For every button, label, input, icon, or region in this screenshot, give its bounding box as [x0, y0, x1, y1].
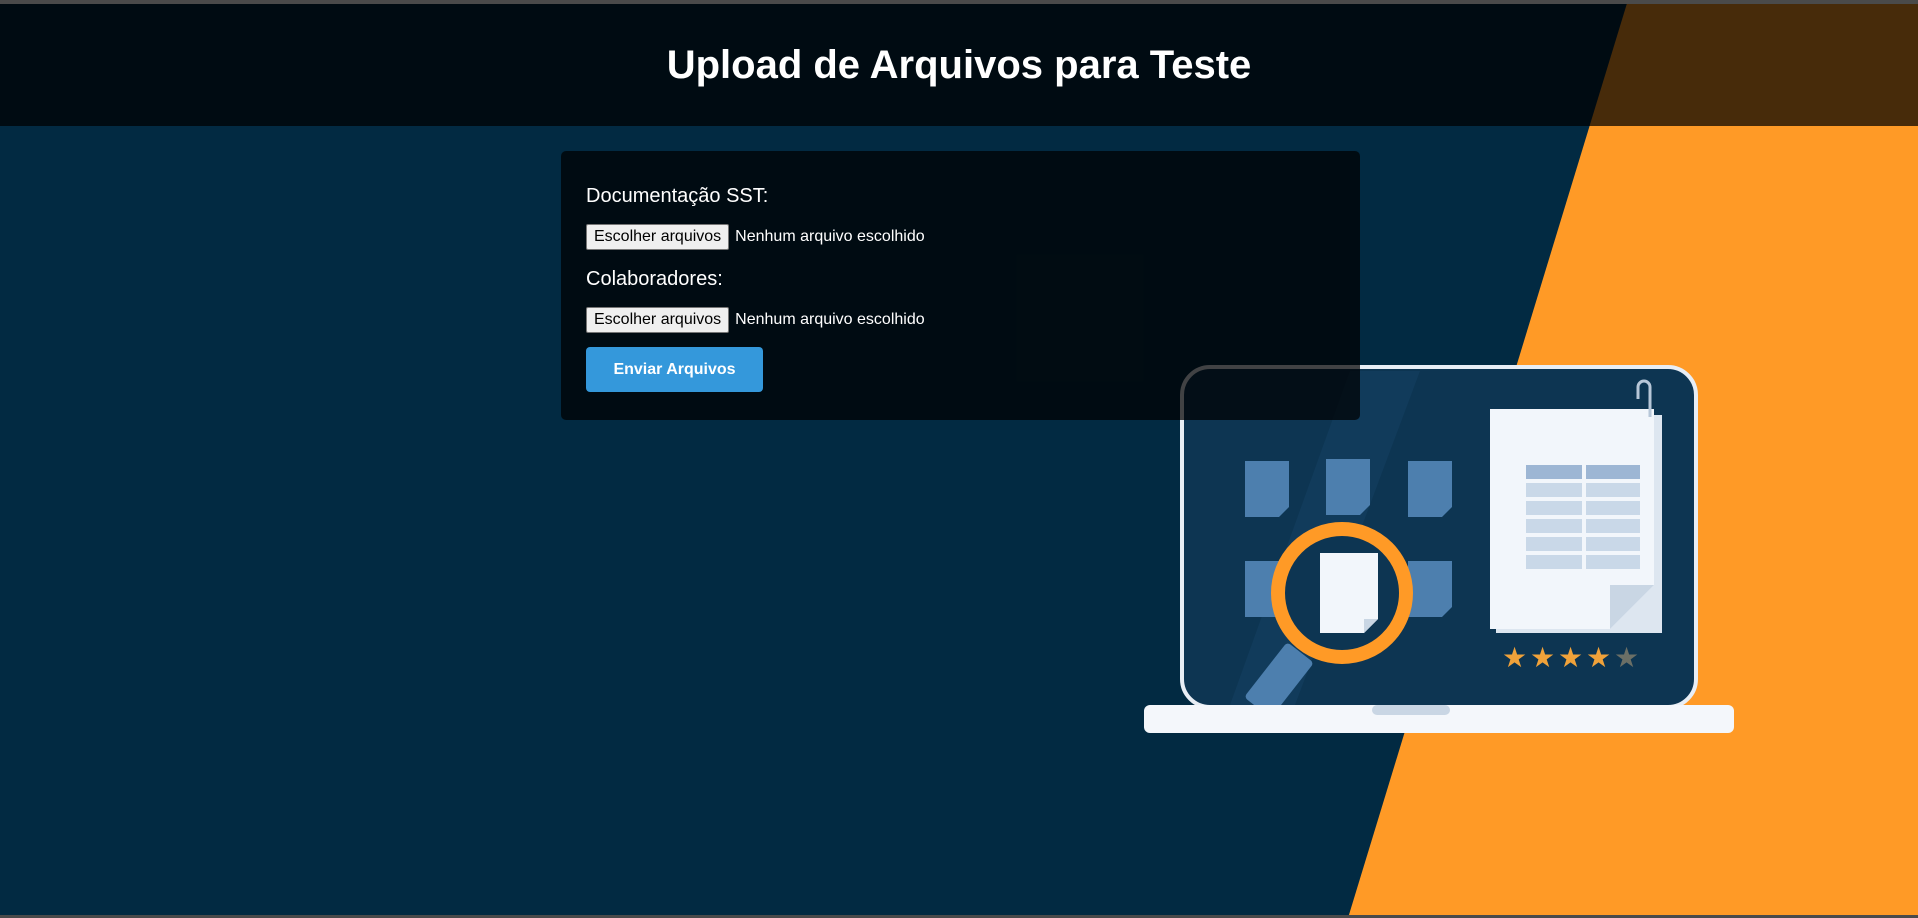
star-empty-icon: ★ — [1614, 641, 1639, 674]
upload-form: Documentação SST: Escolher arquivos Nenh… — [561, 151, 1360, 420]
sst-docs-file-status: Nenhum arquivo escolhido — [735, 228, 925, 245]
collaborators-file-input: Escolher arquivos Nenhum arquivo escolhi… — [586, 307, 1335, 333]
spreadsheet-document-icon — [1490, 379, 1662, 633]
star-icon: ★ — [1502, 641, 1527, 674]
sst-docs-file-input: Escolher arquivos Nenhum arquivo escolhi… — [586, 224, 1335, 250]
page: Upload de Arquivos para Teste ★ ★ ★ ★ ★ … — [0, 0, 1918, 918]
sst-docs-label: Documentação SST: — [586, 185, 769, 207]
star-icon: ★ — [1586, 641, 1611, 674]
page-title: Upload de Arquivos para Teste — [666, 42, 1252, 87]
collaborators-file-status: Nenhum arquivo escolhido — [735, 311, 925, 328]
submit-files-button[interactable]: Enviar Arquivos — [586, 347, 763, 392]
rating-stars: ★ ★ ★ ★ ★ — [1502, 641, 1639, 674]
page-header: Upload de Arquivos para Teste — [0, 4, 1918, 126]
collaborators-choose-files-button[interactable]: Escolher arquivos — [586, 307, 730, 333]
sst-docs-choose-files-button[interactable]: Escolher arquivos — [586, 224, 730, 250]
collaborators-label: Colaboradores: — [586, 268, 723, 290]
star-icon: ★ — [1558, 641, 1583, 674]
star-icon: ★ — [1530, 641, 1555, 674]
